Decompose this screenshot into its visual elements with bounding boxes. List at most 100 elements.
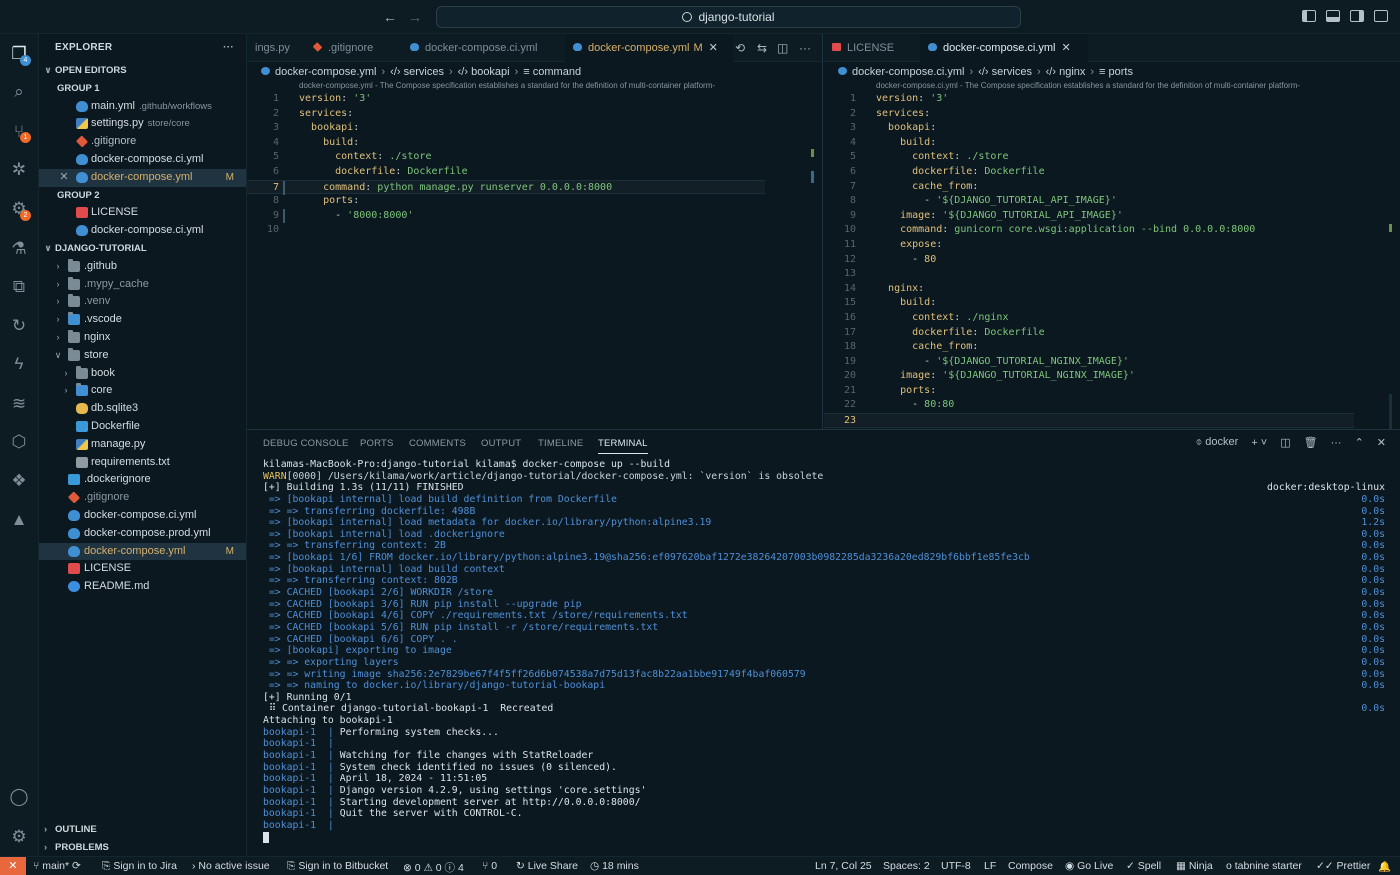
schema-codelens[interactable]: docker-compose.ci.yml - The Compose spec… [876, 81, 1300, 90]
tree-file[interactable]: requirements.txt [39, 454, 246, 472]
remote-indicator-icon[interactable]: ✕ [0, 857, 26, 875]
language-mode[interactable]: Compose [1008, 860, 1053, 872]
tree-file[interactable]: manage.py [39, 436, 246, 454]
tab-docker-compose-ci[interactable]: docker-compose.ci.yml ✕ [920, 34, 1088, 62]
compare-changes-icon[interactable]: ⇆ [757, 41, 767, 55]
search-icon[interactable]: ⌕ [9, 82, 29, 102]
open-editor-item[interactable]: settings.py store/core [39, 115, 246, 133]
run-debug-icon[interactable]: ✲ [9, 160, 29, 180]
new-terminal-plus-icon[interactable]: + ˅ [1251, 437, 1267, 449]
tab-ports[interactable]: PORTS [360, 438, 394, 449]
more-actions-icon[interactable]: ··· [223, 34, 234, 62]
encoding[interactable]: UTF-8 [941, 860, 971, 872]
tab-gitignore[interactable]: .gitignore [305, 34, 373, 62]
tree-folder[interactable]: › .github [39, 258, 246, 276]
back-arrow-icon[interactable]: ← [381, 8, 399, 26]
command-center-search[interactable]: django-tutorial [436, 6, 1021, 28]
prettier-button[interactable]: ✓✓ Prettier [1316, 860, 1370, 872]
tree-folder[interactable]: › .venv [39, 293, 246, 311]
tree-folder[interactable]: › nginx [39, 329, 246, 347]
split-editor-icon[interactable]: ◫ [777, 41, 788, 55]
open-editor-item[interactable]: docker-compose.ci.yml [39, 222, 246, 240]
breadcrumb-ports[interactable]: ports [1109, 66, 1133, 78]
breadcrumb-command[interactable]: command [533, 66, 581, 78]
tree-file[interactable]: db.sqlite3 [39, 400, 246, 418]
close-icon[interactable]: ✕ [709, 42, 718, 54]
toggle-panel-icon[interactable] [1326, 10, 1340, 22]
thunder-client-icon[interactable]: ϟ [9, 354, 29, 374]
breadcrumb-services[interactable]: services [992, 66, 1032, 78]
open-editor-item-active[interactable]: ✕ docker-compose.yml M [39, 168, 246, 187]
open-editor-item[interactable]: docker-compose.ci.yml [39, 151, 246, 169]
live-share-button[interactable]: ↻ Live Share [516, 860, 578, 872]
close-icon[interactable]: ✕ [1061, 42, 1070, 54]
spell-check[interactable]: ✓ Spell [1126, 860, 1161, 872]
breadcrumb-nginx[interactable]: nginx [1059, 66, 1085, 78]
tree-file[interactable]: .dockerignore [39, 471, 246, 489]
problems-indicator[interactable]: ⊗ 0 ⚠ 0 ⓘ 4 [403, 860, 464, 875]
tree-folder-open[interactable]: ∨ store [39, 347, 246, 365]
end-of-line[interactable]: LF [984, 860, 996, 872]
toggle-primary-sidebar-icon[interactable] [1302, 10, 1316, 22]
more-actions-icon[interactable]: ··· [799, 41, 811, 55]
trash-icon[interactable]: 🗑 [1304, 436, 1318, 449]
open-editor-item[interactable]: LICENSE [39, 204, 246, 222]
tree-file[interactable]: Dockerfile [39, 418, 246, 436]
breadcrumb-services[interactable]: services [404, 66, 444, 78]
terminal-output[interactable]: kilamas-MacBook-Pro:django-tutorial kila… [263, 459, 1385, 843]
open-editor-item[interactable]: .gitignore [39, 133, 246, 151]
open-editors-header[interactable]: ∨ OPEN EDITORS [39, 62, 246, 80]
notifications-bell-icon[interactable]: 🔔 [1378, 860, 1391, 873]
tab-comments[interactable]: COMMENTS [409, 438, 466, 449]
tab-terminal[interactable]: TERMINAL [598, 438, 648, 454]
tree-file[interactable]: .gitignore [39, 489, 246, 507]
outline-section[interactable]: › OUTLINE [39, 821, 246, 839]
problems-section[interactable]: › PROBLEMS [39, 839, 246, 856]
jira-issue[interactable]: › No active issue [192, 860, 270, 872]
live-share-icon[interactable]: ↻ [9, 316, 29, 336]
tree-folder[interactable]: › book [39, 365, 246, 383]
tree-folder[interactable]: › .vscode [39, 311, 246, 329]
code-editor-left[interactable]: 1 version: '3' 2 services: 3 bookapi: 4 bu… [247, 92, 822, 238]
toggle-secondary-sidebar-icon[interactable] [1350, 10, 1364, 22]
tree-file[interactable]: README.md [39, 578, 246, 596]
more-actions-icon[interactable]: ··· [1331, 437, 1342, 449]
split-terminal-icon[interactable]: ◫ [1280, 436, 1290, 449]
go-live-button[interactable]: ◉ Go Live [1065, 860, 1113, 872]
terminal-selector[interactable]: ⌽ docker [1196, 436, 1239, 449]
timeline-icon[interactable]: ⟲ [735, 41, 745, 55]
python-icon[interactable]: ❖ [9, 471, 29, 491]
accounts-icon[interactable]: ◯ [9, 787, 29, 807]
scrollbar-thumb[interactable] [1389, 394, 1392, 429]
forward-arrow-icon[interactable]: → [406, 8, 424, 26]
tree-folder[interactable]: › .mypy_cache [39, 276, 246, 294]
tab-settings-py[interactable]: ings.py [247, 34, 290, 62]
bitbucket-signin[interactable]: ⎘ Sign in to Bitbucket [287, 860, 388, 873]
indentation[interactable]: Spaces: 2 [883, 860, 930, 872]
tree-file[interactable]: docker-compose.ci.yml [39, 507, 246, 525]
azure-icon[interactable]: ▲ [9, 510, 29, 530]
open-editor-item[interactable]: main.yml .github/workflows [39, 98, 246, 116]
close-icon[interactable]: ✕ [59, 169, 69, 187]
maximize-panel-icon[interactable]: ⌃ [1355, 436, 1364, 449]
tab-debug-console[interactable]: DEBUG CONSOLE [263, 438, 348, 449]
breadcrumb-bookapi[interactable]: bookapi [471, 66, 510, 78]
kubernetes-icon[interactable]: ⬡ [9, 432, 29, 452]
tree-file[interactable]: docker-compose.prod.yml [39, 525, 246, 543]
schema-codelens[interactable]: docker-compose.yml - The Compose specifi… [299, 81, 715, 90]
jira-signin[interactable]: ⎘ Sign in to Jira [102, 860, 177, 873]
ninja-button[interactable]: ▦ Ninja [1176, 860, 1213, 872]
ports-indicator[interactable]: ⑂ 0 [482, 860, 497, 872]
close-panel-icon[interactable]: ✕ [1377, 436, 1386, 449]
manage-gear-icon[interactable]: ⚙ [9, 827, 29, 847]
breadcrumb-file[interactable]: docker-compose.ci.yml [852, 66, 964, 78]
tab-output[interactable]: OUTPUT [481, 438, 521, 449]
wakatime-indicator[interactable]: ◷ 18 mins [590, 860, 639, 872]
remote-explorer-icon[interactable]: ⧉ [9, 277, 29, 297]
code-editor-right[interactable]: 1 version: '3' 2 services: 3 bookapi: 4 bu… [824, 92, 1400, 428]
tree-file[interactable]: LICENSE [39, 560, 246, 578]
tab-license[interactable]: LICENSE [824, 34, 894, 62]
project-header[interactable]: ∨ DJANGO-TUTORIAL [39, 240, 246, 258]
cursor-position[interactable]: Ln 7, Col 25 [815, 860, 872, 872]
tab-docker-compose-ci[interactable]: docker-compose.ci.yml [402, 34, 537, 62]
